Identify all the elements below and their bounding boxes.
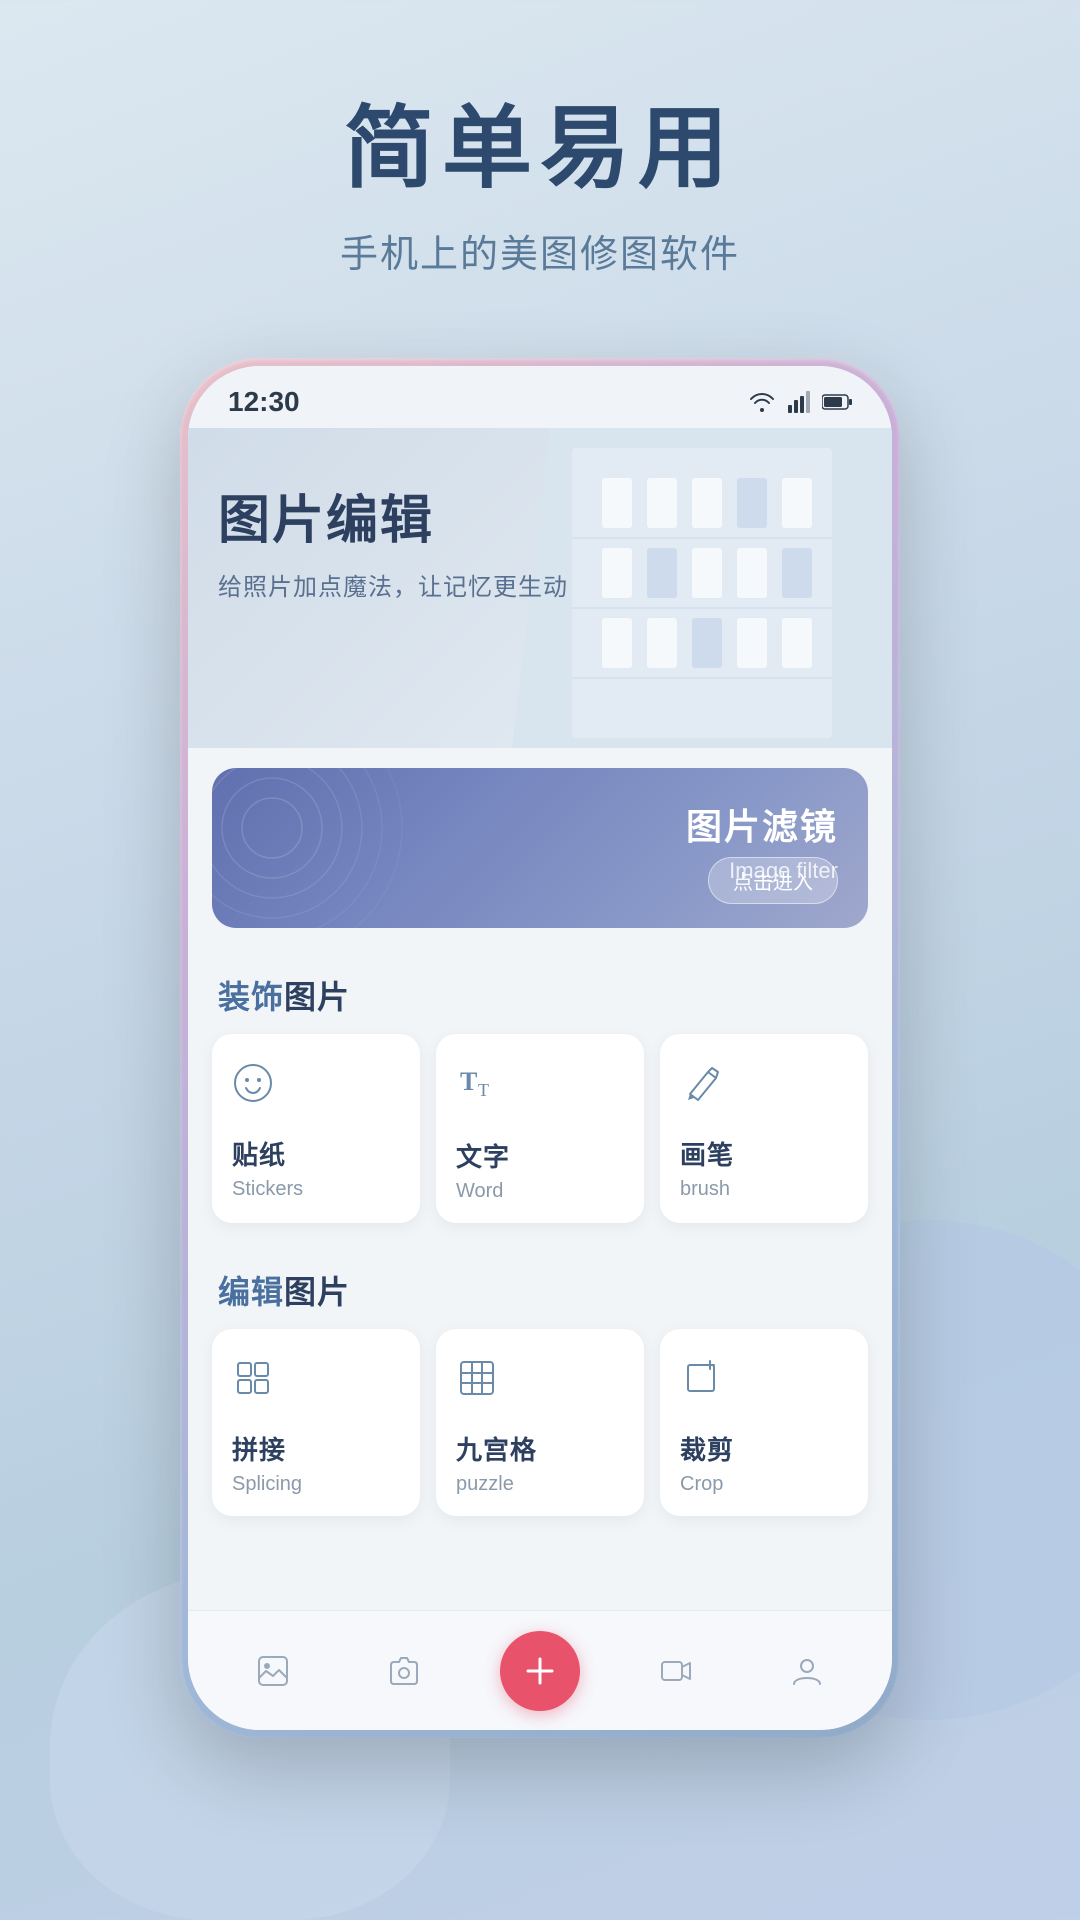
feature-stickers[interactable]: 贴纸 Stickers [212, 1034, 420, 1223]
status-icons [748, 391, 852, 413]
feature-brush[interactable]: 画笔 brush [660, 1034, 868, 1223]
crop-name-cn: 裁剪 [680, 1430, 734, 1467]
add-icon [522, 1653, 558, 1689]
tab-video[interactable] [641, 1636, 711, 1706]
feature-word[interactable]: T T 文字 Word [436, 1034, 644, 1223]
filter-card-rings [212, 768, 432, 928]
hero-banner: 图片编辑 给照片加点魔法，让记忆更生动 [188, 428, 892, 748]
tab-gallery[interactable] [238, 1636, 308, 1706]
hero-description: 给照片加点魔法，让记忆更生动 [218, 567, 568, 602]
hero-title: 图片编辑 [218, 478, 568, 553]
stickers-name-cn: 贴纸 [232, 1135, 286, 1172]
gallery-icon [256, 1654, 290, 1688]
profile-icon [790, 1654, 824, 1688]
signal-icon [788, 391, 810, 413]
hero-text: 图片编辑 给照片加点魔法，让记忆更生动 [218, 478, 568, 602]
splicing-name-cn: 拼接 [232, 1430, 286, 1467]
svg-text:T: T [478, 1080, 489, 1100]
building-svg [512, 428, 892, 748]
stickers-icon [232, 1062, 274, 1111]
splicing-name-en: Splicing [232, 1473, 302, 1496]
puzzle-name-en: puzzle [456, 1473, 514, 1496]
battery-icon [822, 393, 852, 411]
section-edit-bold: 编辑 [218, 1274, 284, 1310]
decorate-feature-grid: 贴纸 Stickers T T 文字 Word [188, 1034, 892, 1243]
wifi-icon [748, 391, 776, 413]
app-header: 简单易用 手机上的美图修图软件 [0, 0, 1080, 338]
filter-card[interactable]: 图片滤镜 Image filter 点击进入 [212, 768, 868, 928]
stickers-name-en: Stickers [232, 1178, 303, 1201]
section-decorate-bold: 装饰 [218, 979, 284, 1015]
tab-bar [188, 1610, 892, 1730]
crop-icon [680, 1357, 722, 1406]
feature-crop[interactable]: 裁剪 Crop [660, 1329, 868, 1516]
edit-feature-grid: 拼接 Splicing [188, 1329, 892, 1536]
tab-video-icon-wrap [641, 1636, 711, 1706]
svg-text:T: T [460, 1067, 477, 1096]
tab-profile[interactable] [772, 1636, 842, 1706]
status-time: 12:30 [228, 386, 300, 418]
splicing-icon [232, 1357, 274, 1406]
tab-profile-icon-wrap [772, 1636, 842, 1706]
word-name-cn: 文字 [456, 1137, 510, 1174]
crop-name-en: Crop [680, 1473, 723, 1496]
tab-home[interactable] [500, 1631, 580, 1711]
feature-puzzle[interactable]: 九宫格 puzzle [436, 1329, 644, 1516]
tab-camera[interactable] [369, 1636, 439, 1706]
brush-name-en: brush [680, 1178, 730, 1201]
main-title: 简单易用 [0, 100, 1080, 199]
video-icon [659, 1654, 693, 1688]
puzzle-name-cn: 九宫格 [456, 1430, 537, 1467]
phone-content: 图片编辑 给照片加点魔法，让记忆更生动 [188, 428, 892, 1722]
phone-frame: 12:30 [180, 358, 900, 1738]
section-edit-title: 编辑图片 [188, 1243, 892, 1329]
word-icon: T T [456, 1062, 500, 1113]
brush-name-cn: 画笔 [680, 1135, 734, 1172]
feature-splicing[interactable]: 拼接 Splicing [212, 1329, 420, 1516]
word-name-en: Word [456, 1180, 503, 1203]
building-illustration [512, 428, 892, 748]
section-decorate-title: 装饰图片 [188, 948, 892, 1034]
brush-icon [680, 1062, 722, 1111]
camera-icon [387, 1654, 421, 1688]
filter-card-button[interactable]: 点击进入 [708, 857, 838, 904]
puzzle-icon [456, 1357, 498, 1406]
main-subtitle: 手机上的美图修图软件 [0, 223, 1080, 278]
filter-card-title: 图片滤镜 [686, 798, 838, 850]
tab-gallery-icon-wrap [238, 1636, 308, 1706]
tab-home-icon-wrap [500, 1631, 580, 1711]
tab-camera-icon-wrap [369, 1636, 439, 1706]
status-bar: 12:30 [188, 366, 892, 428]
phone-screen: 12:30 [188, 366, 892, 1730]
